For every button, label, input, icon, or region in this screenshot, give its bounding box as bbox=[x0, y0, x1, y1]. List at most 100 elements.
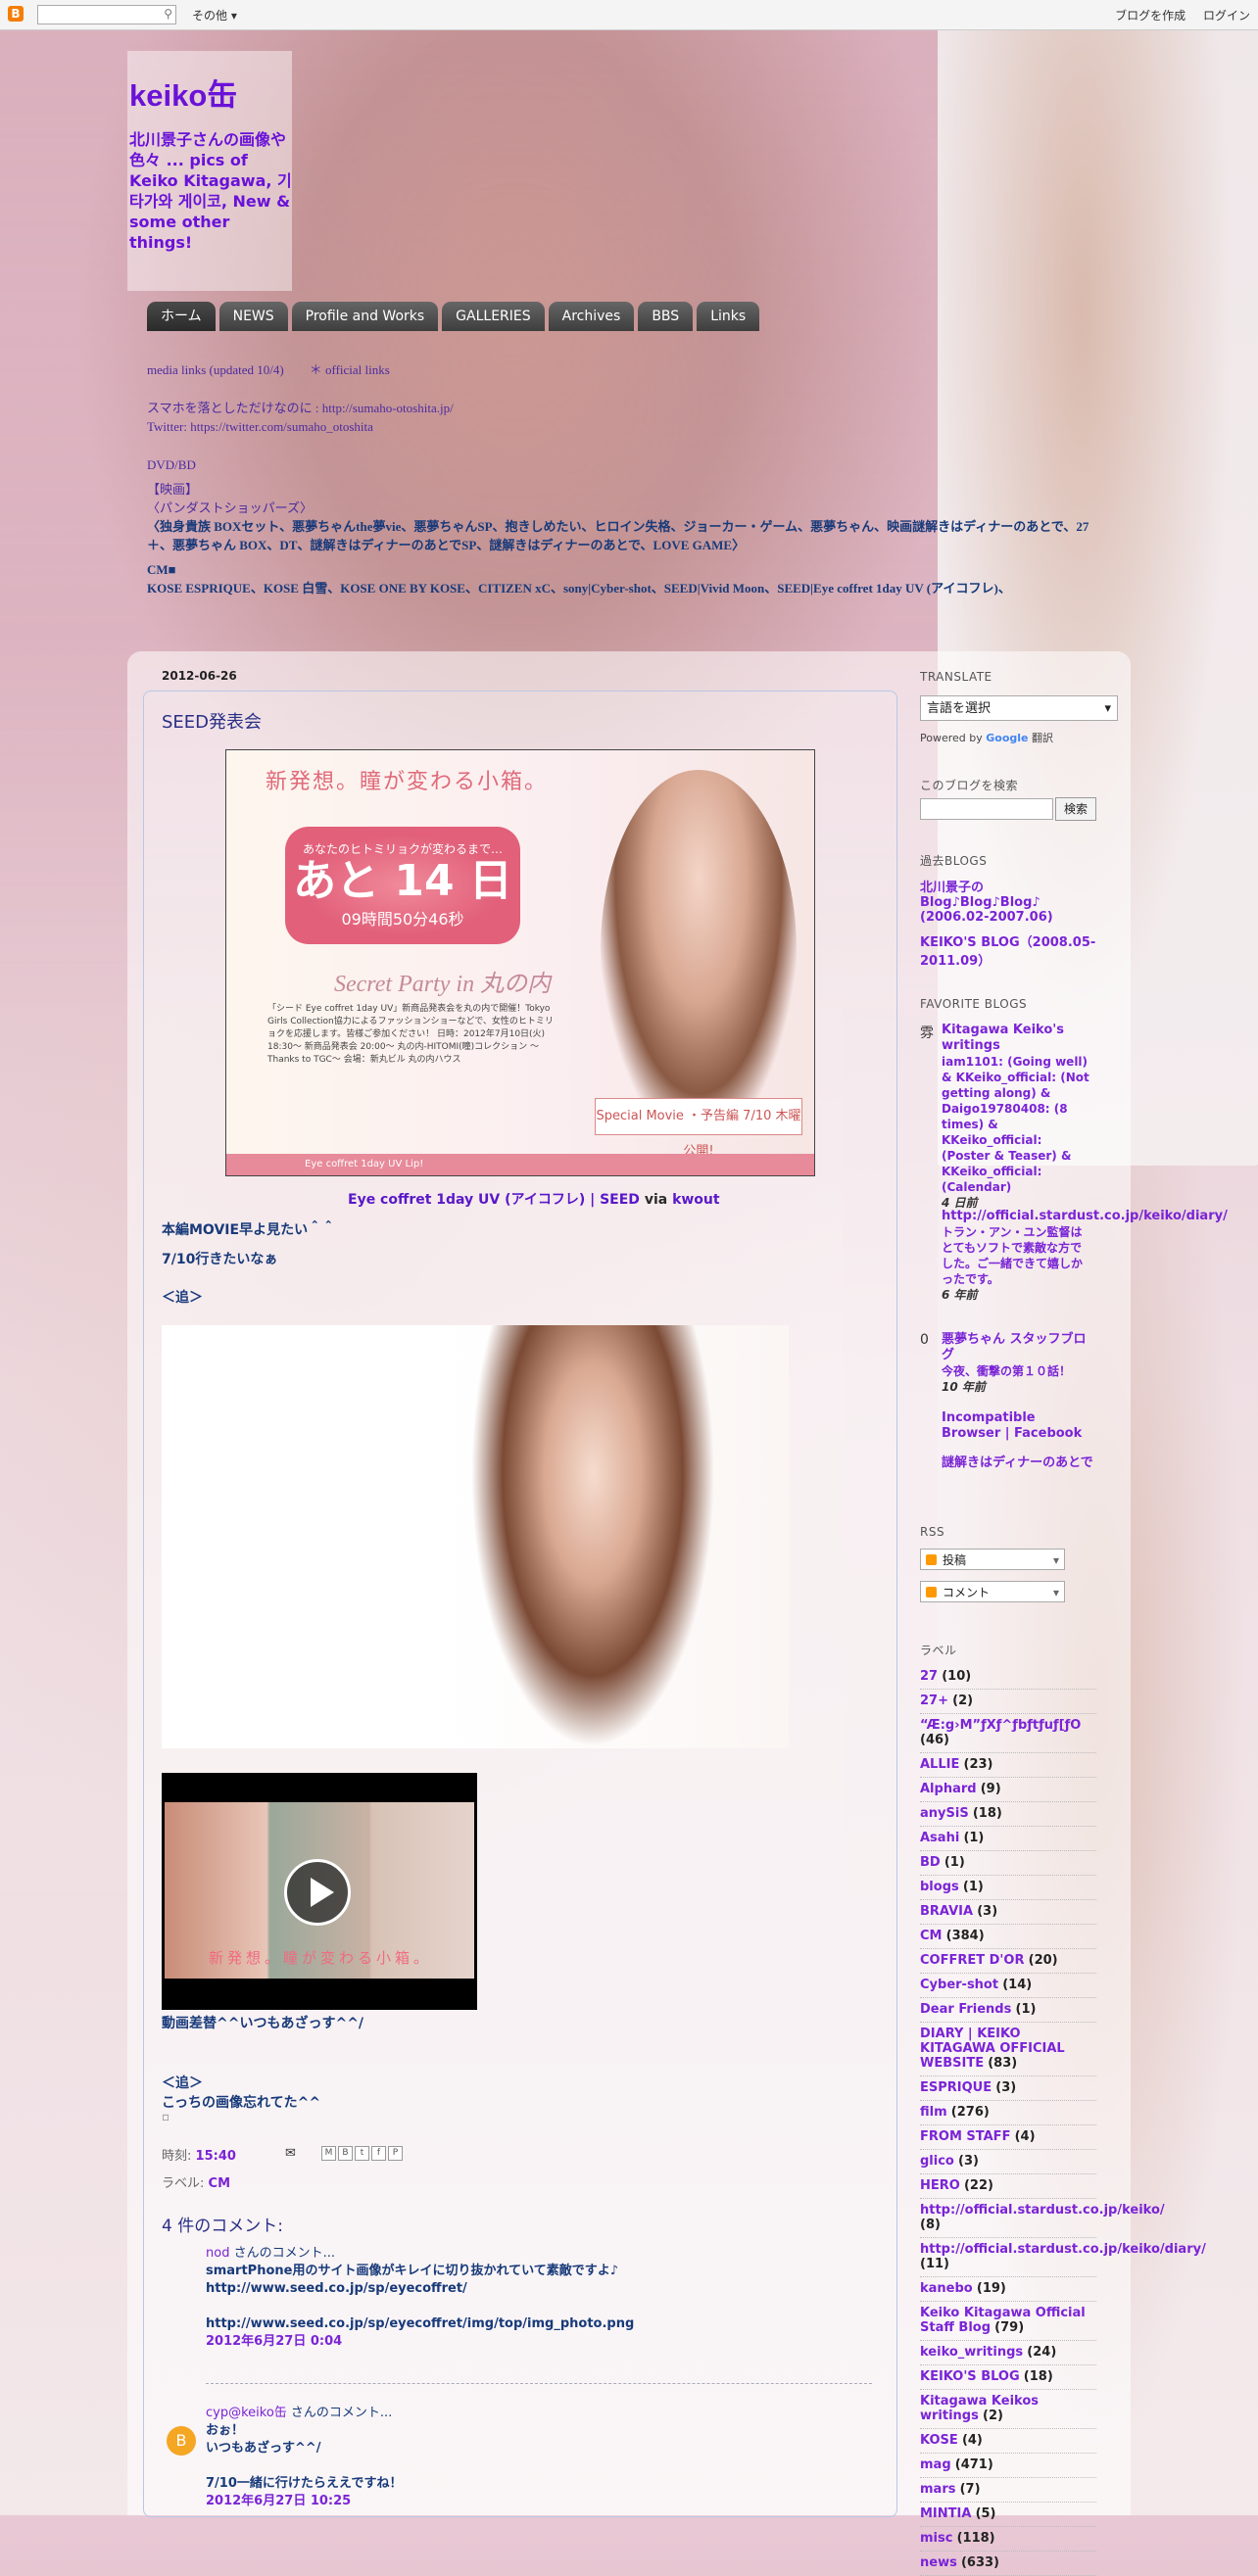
comment-author[interactable]: nod bbox=[206, 2246, 229, 2261]
comment-link-1[interactable]: http://www.seed.co.jp/sp/eyecoffret/ bbox=[206, 2280, 872, 2298]
search-icon[interactable]: ⚲ bbox=[164, 7, 172, 21]
pinterest-share-icon[interactable]: P bbox=[388, 2146, 403, 2161]
label-link[interactable]: http://official.stardust.co.jp/keiko/dia… bbox=[920, 2242, 1206, 2257]
media-links-line[interactable]: media links (updated 10/4) ＊ official li… bbox=[147, 360, 1107, 379]
label-link[interactable]: BD bbox=[920, 1855, 941, 1870]
label-link[interactable]: film bbox=[920, 2105, 947, 2120]
language-select[interactable]: 言語を選択 bbox=[920, 695, 1118, 722]
blog-search-input[interactable] bbox=[920, 798, 1053, 820]
label-link[interactable]: 27 bbox=[920, 1669, 938, 1684]
rss-comments-dropdown[interactable]: コメント bbox=[920, 1581, 1065, 1603]
comments-header: 4 件のコメント: bbox=[162, 2217, 283, 2236]
comment-text-line: おぉ！ bbox=[206, 2423, 245, 2438]
label-link[interactable]: keiko_writings bbox=[920, 2345, 1023, 2360]
label-link[interactable]: COFFRET D'OR bbox=[920, 1953, 1024, 1968]
favorite-blog-latest[interactable]: 今夜、衝撃の第１０話！ bbox=[942, 1363, 1093, 1379]
favorite-blog-title[interactable]: Kitagawa Keiko's writings bbox=[942, 1023, 1093, 1054]
label-item: mars (7) bbox=[920, 2478, 1096, 2503]
label-item: COFFRET D'OR (20) bbox=[920, 1949, 1096, 1974]
label-link[interactable]: Asahi bbox=[920, 1831, 959, 1845]
label-link[interactable]: CM bbox=[920, 1929, 942, 1943]
navbar-more-menu[interactable]: その他 ▾ bbox=[192, 7, 237, 24]
label-link[interactable]: news bbox=[920, 2555, 957, 2570]
label-link[interactable]: Kitagawa Keikos writings bbox=[920, 2394, 1039, 2423]
label-link[interactable]: 27+ bbox=[920, 1693, 948, 1708]
avatar-icon[interactable]: B bbox=[167, 2426, 196, 2456]
navbar-search-input[interactable]: ⚲ bbox=[37, 5, 176, 24]
pandast-line: 〈パンダストショッパーズ〉 bbox=[147, 501, 314, 515]
tab-bbs[interactable]: BBS bbox=[638, 302, 694, 331]
twitter-share-icon[interactable]: t bbox=[355, 2146, 369, 2161]
label-link[interactable]: http://official.stardust.co.jp/keiko/ bbox=[920, 2203, 1165, 2218]
label-link[interactable]: FROM STAFF bbox=[920, 2129, 1010, 2144]
label-link[interactable]: HERO bbox=[920, 2178, 960, 2193]
promo-image[interactable]: 新発想。瞳が変わる小箱。 あなたのヒトミリョクが変わるまで… あと 14 日 0… bbox=[225, 749, 815, 1176]
label-item: KOSE (4) bbox=[920, 2429, 1096, 2454]
movie-site-line[interactable]: スマホを落としただけなのに : http://sumaho-otoshita.j… bbox=[147, 399, 1107, 417]
label-count: (18) bbox=[972, 1806, 1002, 1821]
label-link[interactable]: mars bbox=[920, 2482, 955, 2497]
video-player[interactable]: 新発想。瞳が変わる小箱。 bbox=[162, 1773, 477, 2010]
label-link[interactable]: BRAVIA bbox=[920, 1904, 973, 1919]
label-item: ALLIE (23) bbox=[920, 1753, 1096, 1778]
label-link[interactable]: misc bbox=[920, 2531, 952, 2546]
favorite-blog-latest[interactable]: トラン・アン・ユン監督はとてもソフトで素敵な方でした。ご一緒できて嬉しかったです… bbox=[942, 1224, 1093, 1287]
rss-posts-dropdown[interactable]: 投稿 bbox=[920, 1549, 1065, 1571]
blogthis-icon[interactable]: B bbox=[338, 2146, 353, 2161]
blogger-logo-icon[interactable]: B bbox=[8, 6, 24, 22]
favorite-blog-title[interactable]: http://official.stardust.co.jp/keiko/dia… bbox=[942, 1209, 1228, 1224]
video-overlay-text: 新発想。瞳が変わる小箱。 bbox=[209, 1949, 433, 1967]
twitter-line[interactable]: Twitter: https://twitter.com/sumaho_otos… bbox=[147, 417, 1107, 436]
past-blog-link-1[interactable]: 北川景子の Blog♪Blog♪Blog♪ (2006.02-2007.06) bbox=[920, 877, 1096, 925]
promo-text: 「シード Eye coffret 1day UV」新商品発表会を丸の内で開催！T… bbox=[267, 1004, 554, 1065]
tab-home[interactable]: ホーム bbox=[147, 302, 216, 331]
tab-links[interactable]: Links bbox=[697, 302, 760, 331]
post-time-link[interactable]: 15:40 bbox=[196, 2149, 236, 2164]
search-button[interactable]: 検索 bbox=[1055, 797, 1096, 821]
label-link[interactable]: glico bbox=[920, 2154, 954, 2169]
label-link[interactable]: Cyber-shot bbox=[920, 1978, 998, 1992]
tab-galleries[interactable]: GALLERIES bbox=[442, 302, 545, 331]
favorite-blog-title[interactable]: 謎解きはディナーのあとで bbox=[942, 1455, 1093, 1471]
label-link[interactable]: “Æ:g›M”ƒXƒ^ƒbƒtƒuƒ[ƒO bbox=[920, 1718, 1081, 1733]
post-title[interactable]: SEED発表会 bbox=[162, 708, 262, 734]
tab-news[interactable]: NEWS bbox=[218, 302, 288, 331]
label-link[interactable]: mag bbox=[920, 2457, 951, 2472]
login-link[interactable]: ログイン bbox=[1203, 9, 1250, 23]
blog-title[interactable]: keiko缶 bbox=[129, 71, 237, 115]
label-link[interactable]: blogs bbox=[920, 1880, 959, 1894]
label-link[interactable]: MINTIA bbox=[920, 2506, 971, 2521]
email-post-icon[interactable]: ✉ bbox=[285, 2146, 296, 2161]
label-link[interactable]: ALLIE bbox=[920, 1757, 959, 1772]
favorite-blog-title[interactable]: 悪夢ちゃん スタッフブログ bbox=[942, 1332, 1093, 1363]
post-photo[interactable] bbox=[162, 1325, 789, 1748]
comment-timestamp[interactable]: 2012年6月27日 0:04 bbox=[206, 2333, 872, 2351]
kwout-link[interactable]: kwout bbox=[672, 1192, 720, 1208]
seed-link[interactable]: Eye coffret 1day UV (アイコフレ) | SEED bbox=[348, 1192, 640, 1208]
label-link[interactable]: Alphard bbox=[920, 1782, 977, 1796]
translate-link[interactable]: 翻訳 bbox=[1032, 732, 1053, 744]
promo-movie-button[interactable]: Special Movie ・予告編 7/10 木曜公開! bbox=[595, 1098, 802, 1159]
label-link[interactable]: KOSE bbox=[920, 2433, 958, 2448]
favorite-blog-latest[interactable]: iam1101: (Going well) & KKeiko_official:… bbox=[942, 1054, 1093, 1195]
past-blog-link-2[interactable]: KEIKO'S BLOG（2008.05-2011.09） bbox=[920, 931, 1096, 969]
labels-heading: ラベル bbox=[920, 1644, 957, 1657]
play-icon[interactable] bbox=[284, 1859, 351, 1926]
comment-link-2[interactable]: http://www.seed.co.jp/sp/eyecoffret/img/… bbox=[206, 2315, 872, 2333]
post-label-link[interactable]: CM bbox=[209, 2176, 230, 2191]
comment-timestamp[interactable]: 2012年6月27日 10:25 bbox=[206, 2493, 872, 2510]
tab-archives[interactable]: Archives bbox=[548, 302, 635, 331]
email-share-icon[interactable]: M bbox=[321, 2146, 336, 2161]
label-link[interactable]: Dear Friends bbox=[920, 2002, 1011, 2017]
favorite-blog-title[interactable]: Incompatible Browser | Facebook bbox=[942, 1410, 1093, 1442]
label-link[interactable]: kanebo bbox=[920, 2281, 973, 2296]
label-link[interactable]: anySiS bbox=[920, 1806, 969, 1821]
comment-author[interactable]: cyp@keiko缶 bbox=[206, 2406, 287, 2420]
label-link[interactable]: KEIKO'S BLOG bbox=[920, 2369, 1020, 2384]
label-count: (1) bbox=[962, 1880, 984, 1894]
tab-profile[interactable]: Profile and Works bbox=[291, 302, 439, 331]
create-blog-link[interactable]: ブログを作成 bbox=[1115, 9, 1185, 23]
label-item: http://official.stardust.co.jp/keiko/ (8… bbox=[920, 2199, 1165, 2238]
label-link[interactable]: ESPRIQUE bbox=[920, 2080, 992, 2095]
facebook-share-icon[interactable]: f bbox=[371, 2146, 386, 2161]
